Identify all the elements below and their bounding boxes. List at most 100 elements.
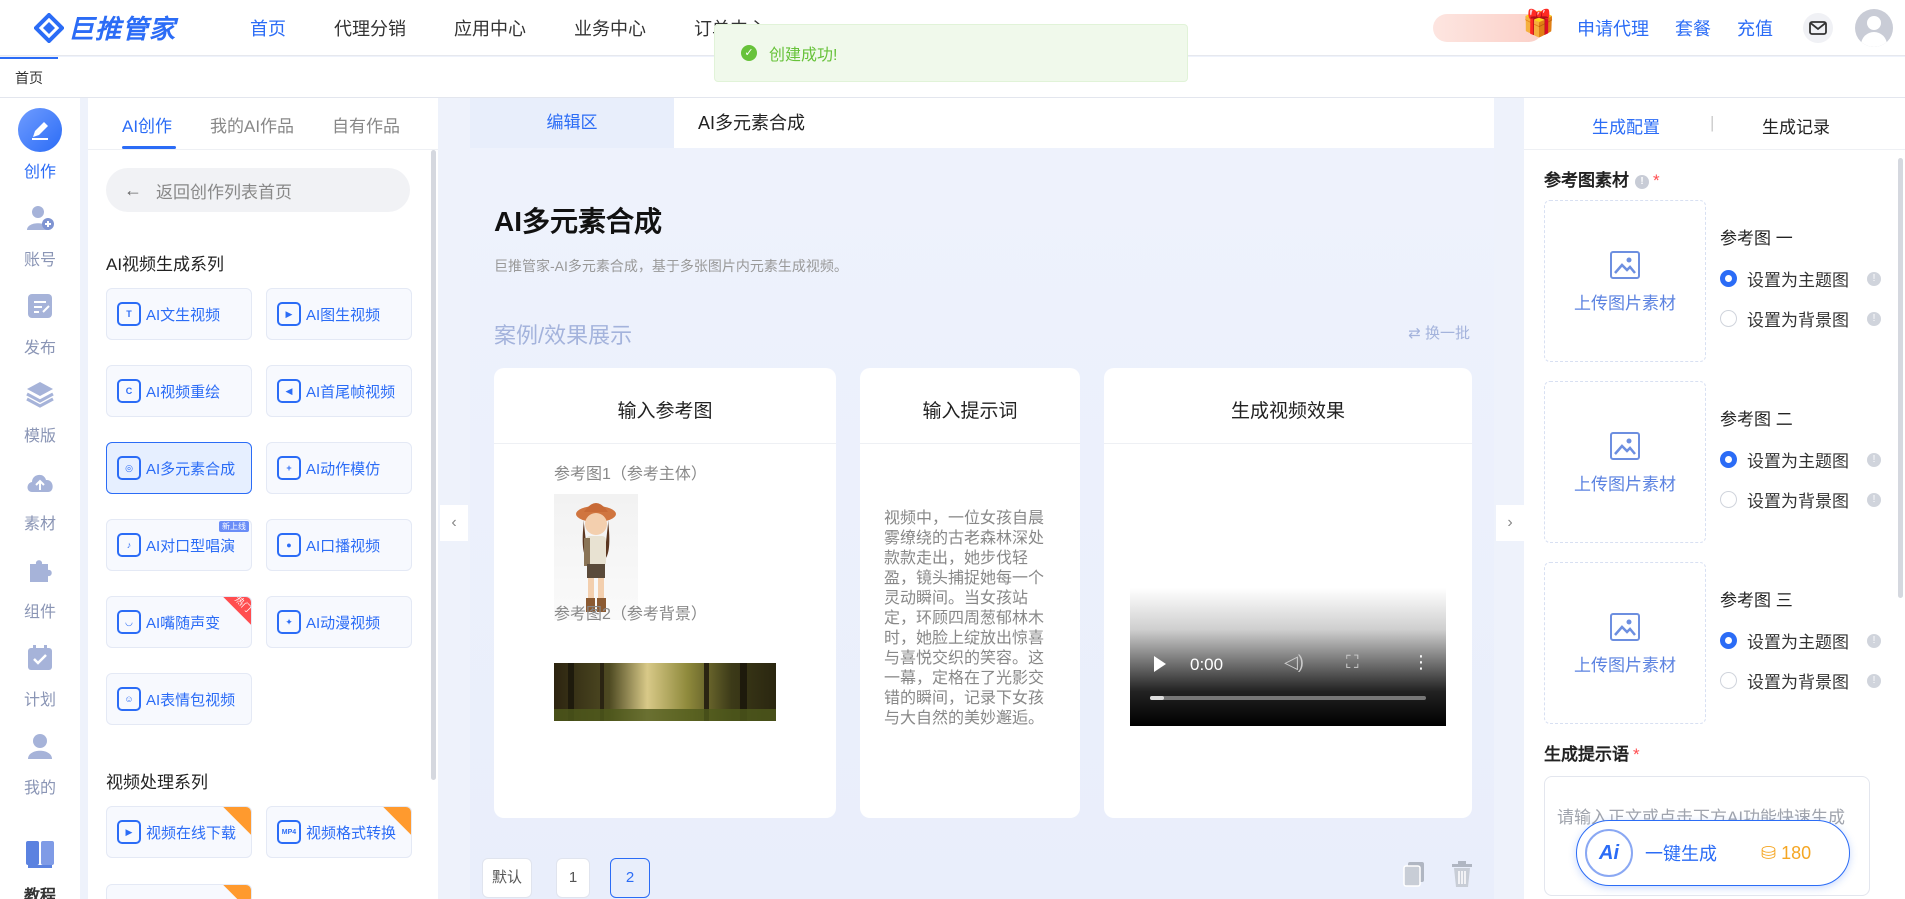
multi-element-icon: ◎: [117, 456, 141, 480]
motion-icon: +: [277, 456, 301, 480]
puzzle-icon: [18, 548, 62, 592]
rail-item-template[interactable]: 模版: [0, 372, 80, 446]
mail-icon[interactable]: [1803, 13, 1833, 43]
one-click-generate-button[interactable]: Ai 一键生成 ⛁ 180: [1576, 820, 1850, 886]
trash-icon[interactable]: [1450, 860, 1478, 892]
promo-banner[interactable]: 🎁: [1433, 8, 1555, 42]
option-label: 设置为背景图: [1747, 673, 1849, 692]
nav-business-center[interactable]: 业务中心: [574, 15, 646, 41]
tool-emoji-video[interactable]: ☺ AI表情包视频: [106, 673, 252, 725]
tab-gen-records[interactable]: 生成记录: [1762, 113, 1830, 138]
tool-multi-element[interactable]: ◎ AI多元素合成: [106, 442, 252, 494]
rail-item-publish[interactable]: 发布: [0, 284, 80, 358]
video-player[interactable]: 0:00 ◁) ⛶ ⋮: [1130, 588, 1446, 726]
mouth-icon: ◡: [117, 610, 141, 634]
tab-feature-title[interactable]: AI多元素合成: [698, 98, 805, 148]
tool-image-to-video[interactable]: ▶ AI图生视频: [266, 288, 412, 340]
play-icon: ▶: [277, 302, 301, 326]
radio-checked[interactable]: [1720, 270, 1737, 287]
pager-page-1[interactable]: 1: [556, 858, 590, 898]
upload-ref-2[interactable]: 上传图片素材: [1544, 381, 1706, 543]
collapse-left-button[interactable]: ‹: [440, 505, 468, 541]
tool-text-to-video[interactable]: T AI文生视频: [106, 288, 252, 340]
logo[interactable]: 巨推管家: [33, 9, 234, 46]
rail-item-material[interactable]: 素材: [0, 460, 80, 534]
tab-own-works[interactable]: 自有作品: [332, 112, 400, 137]
video-progress-bar[interactable]: [1150, 696, 1426, 700]
radio-unchecked[interactable]: [1720, 672, 1737, 689]
card-title: 生成视频效果: [1104, 368, 1472, 444]
ref-3-set-bg[interactable]: 设置为背景图!: [1720, 668, 1881, 693]
rail-item-tutorial[interactable]: 教程: [0, 832, 80, 899]
tool-next-partial[interactable]: [106, 884, 252, 899]
check-circle-icon: ✓: [741, 45, 757, 61]
tool-video-download[interactable]: ▶ 视频在线下载: [106, 806, 252, 858]
tab-ai-create[interactable]: AI创作: [122, 112, 172, 137]
tab-my-ai-works[interactable]: 我的AI作品: [210, 112, 294, 137]
upload-label: 上传图片素材: [1574, 294, 1676, 313]
rail-label: 组件: [23, 604, 56, 621]
upload-ref-1[interactable]: 上传图片素材: [1544, 200, 1706, 362]
pager-page-2[interactable]: 2: [610, 858, 650, 898]
play-icon[interactable]: [1154, 656, 1166, 672]
more-vertical-icon[interactable]: ⋮: [1412, 652, 1430, 673]
tool-format-convert[interactable]: MP4 视频格式转换: [266, 806, 412, 858]
tool-talking-video[interactable]: ● AI口播视频: [266, 519, 412, 571]
lip-sync-icon: ♪: [117, 533, 141, 557]
upload-ref-3[interactable]: 上传图片素材: [1544, 562, 1706, 724]
pager-default[interactable]: 默认: [482, 858, 532, 898]
swap-label: 换一批: [1424, 325, 1470, 342]
tool-anime-video[interactable]: ✦ AI动漫视频: [266, 596, 412, 648]
package-link[interactable]: 套餐: [1675, 15, 1711, 41]
hot-badge: 热门: [221, 597, 251, 626]
rail-item-create[interactable]: 创作: [0, 108, 80, 182]
radio-unchecked[interactable]: [1720, 310, 1737, 327]
help-icon[interactable]: !: [1867, 492, 1881, 507]
help-icon[interactable]: !: [1867, 633, 1881, 648]
tab-edit-area[interactable]: 编辑区: [470, 98, 674, 148]
ref-material-title: 参考图素材! *: [1544, 166, 1660, 191]
tool-video-repaint[interactable]: C AI视频重绘: [106, 365, 252, 417]
rail-item-mine[interactable]: 我的: [0, 724, 80, 798]
radio-checked[interactable]: [1720, 632, 1737, 649]
tool-mouth-voice[interactable]: ◡ AI嘴随声变 热门: [106, 596, 252, 648]
radio-unchecked[interactable]: [1720, 491, 1737, 508]
tool-lip-sync-sing[interactable]: ♪ AI对口型唱演 新上线: [106, 519, 252, 571]
tool-label: 视频在线下载: [146, 824, 237, 842]
tool-motion-imitate[interactable]: + AI动作模仿: [266, 442, 412, 494]
apply-agent-link[interactable]: 申请代理: [1577, 15, 1649, 41]
info-icon[interactable]: !: [1635, 175, 1649, 189]
rail-item-plan[interactable]: 计划: [0, 636, 80, 710]
copy-icon[interactable]: [1402, 860, 1430, 892]
tab-home[interactable]: 首页: [0, 57, 58, 98]
collapse-right-button[interactable]: ›: [1496, 505, 1524, 541]
help-icon[interactable]: !: [1867, 311, 1881, 326]
rail-item-component[interactable]: 组件: [0, 548, 80, 622]
nav-agent-distribution[interactable]: 代理分销: [334, 15, 406, 41]
help-icon[interactable]: !: [1867, 271, 1881, 286]
fullscreen-icon[interactable]: ⛶: [1346, 652, 1359, 673]
config-scrollbar[interactable]: [1898, 158, 1903, 598]
swap-batch-button[interactable]: ⇄ 换一批: [1408, 322, 1470, 343]
image-add-icon: [1610, 432, 1640, 460]
panel-scrollbar[interactable]: [431, 150, 436, 780]
ref-2-set-bg[interactable]: 设置为背景图!: [1720, 487, 1881, 512]
help-icon[interactable]: !: [1867, 452, 1881, 467]
volume-icon[interactable]: ◁): [1284, 652, 1304, 673]
creation-panel: AI创作 我的AI作品 自有作品 ← 返回创作列表首页 AI视频生成系列 T A…: [88, 98, 438, 899]
tool-first-last-frame[interactable]: ◀ AI首尾帧视频: [266, 365, 412, 417]
back-to-list-button[interactable]: ← 返回创作列表首页: [106, 168, 410, 212]
rail-item-account[interactable]: 账号: [0, 196, 80, 270]
ref-1-set-bg[interactable]: 设置为背景图!: [1720, 306, 1881, 331]
help-icon[interactable]: !: [1867, 673, 1881, 688]
ref-1-set-main[interactable]: 设置为主题图!: [1720, 266, 1881, 291]
radio-checked[interactable]: [1720, 451, 1737, 468]
example-prompt-text: 视频中，一位女孩自晨雾缭绕的古老森林深处款款走出，她步伐轻盈，镜头捕捉她每一个灵…: [884, 508, 1045, 727]
tab-gen-config[interactable]: 生成配置: [1592, 113, 1660, 138]
ref-3-set-main[interactable]: 设置为主题图!: [1720, 628, 1881, 653]
avatar[interactable]: [1855, 9, 1893, 47]
recharge-link[interactable]: 充值: [1737, 15, 1773, 41]
nav-app-center[interactable]: 应用中心: [454, 15, 526, 41]
ref-2-set-main[interactable]: 设置为主题图!: [1720, 447, 1881, 472]
nav-home[interactable]: 首页: [250, 15, 286, 41]
